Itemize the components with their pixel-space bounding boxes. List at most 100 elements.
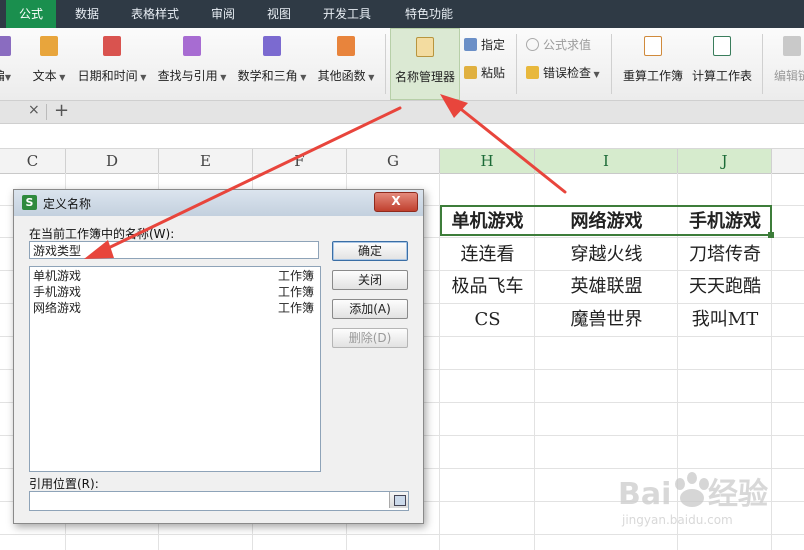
clock-book-icon	[103, 36, 121, 56]
column-header-d[interactable]: D	[66, 149, 159, 173]
document-tab-strip: × +	[0, 100, 804, 124]
formula-eval-label: 公式求值	[543, 38, 592, 52]
theta-book-icon	[263, 36, 281, 56]
column-header-f[interactable]: F	[253, 149, 347, 173]
link-icon	[783, 36, 801, 56]
tab-view[interactable]: 视图	[256, 0, 302, 28]
table-cell[interactable]: 我叫MT	[678, 304, 772, 336]
text-label: 文本	[32, 69, 57, 83]
more-book-icon	[337, 36, 355, 56]
list-item[interactable]: 网络游戏 工作簿	[30, 300, 318, 316]
name-manager-button[interactable]: 名称管理器	[390, 28, 460, 100]
recalc-workbook-button[interactable]: 重算工作簿	[618, 28, 688, 100]
paste-label: 粘贴	[481, 66, 506, 80]
svg-text:jingyan.baidu.com: jingyan.baidu.com	[621, 513, 733, 527]
table-cell[interactable]: 极品飞车	[440, 271, 535, 303]
recalc-workbook-label: 重算工作簿	[622, 69, 683, 83]
table-cell[interactable]: CS	[440, 304, 535, 336]
column-header-i[interactable]: I	[535, 149, 678, 173]
edit-function-button[interactable]: 编▼	[0, 28, 18, 100]
calc-sheet-label: 计算工作表	[691, 69, 752, 83]
error-check-label: 错误检查	[543, 66, 592, 80]
list-item[interactable]: 单机游戏 工作簿	[30, 268, 318, 284]
names-label: 在当前工作簿中的名称(W):	[29, 227, 175, 241]
lookup-label: 查找与引用	[157, 69, 218, 83]
tab-divider	[46, 104, 47, 120]
calc-sheet-button[interactable]: 计算工作表	[688, 28, 756, 100]
table-cell[interactable]: 英雄联盟	[535, 271, 678, 303]
close-tab-icon[interactable]: ×	[28, 102, 40, 118]
table-icon	[464, 38, 477, 51]
names-list[interactable]: 单机游戏 工作簿 手机游戏 工作簿 网络游戏 工作簿	[29, 266, 321, 472]
edit-links-label: 编辑链	[773, 69, 804, 83]
other-functions-button[interactable]: 其他函数 ▼	[314, 28, 378, 100]
lookup-functions-button[interactable]: 查找与引用 ▼	[154, 28, 230, 100]
reference-input[interactable]	[29, 491, 409, 511]
dialog-title-bar[interactable]: S 定义名称	[14, 190, 423, 216]
column-headers: C D E F G H I J	[0, 149, 804, 174]
text-functions-button[interactable]: 文本 ▼	[26, 28, 72, 100]
paste-button[interactable]: 粘贴	[464, 63, 505, 83]
name-manager-label: 名称管理器	[394, 70, 455, 84]
list-item-name: 网络游戏	[33, 301, 82, 315]
tab-review[interactable]: 审阅	[200, 0, 246, 28]
column-header-c[interactable]: C	[0, 149, 66, 173]
define-name-dialog: S 定义名称 X 在当前工作簿中的名称(W): 游戏类型 单机游戏 工作簿 手机…	[13, 189, 424, 524]
selection-range	[440, 205, 772, 236]
delete-button[interactable]: 删除(D)	[332, 328, 408, 348]
reference-label: 引用位置(R):	[29, 477, 99, 491]
column-header-e[interactable]: E	[159, 149, 253, 173]
table-cell[interactable]: 天天跑酷	[678, 271, 772, 303]
datetime-functions-button[interactable]: 日期和时间 ▼	[74, 28, 150, 100]
baidu-jingyan-watermark-logo: Bai 经验 jingyan.baidu.com	[618, 472, 768, 527]
ok-button[interactable]: 确定	[332, 241, 408, 261]
list-item[interactable]: 手机游戏 工作簿	[30, 284, 318, 300]
edit-links-button[interactable]: 编辑链	[768, 28, 804, 100]
math-functions-button[interactable]: 数学和三角 ▼	[234, 28, 310, 100]
close-button[interactable]: 关闭	[332, 270, 408, 290]
ribbon: 编▼ 文本 ▼ 日期和时间 ▼ 查找与引用 ▼ 数学和三角 ▼ 其他函数 ▼ 名…	[0, 28, 804, 101]
list-item-name: 单机游戏	[33, 269, 82, 283]
column-header-g[interactable]: G	[347, 149, 440, 173]
svg-text:Bai: Bai	[618, 477, 671, 512]
table-cell[interactable]: 刀塔传奇	[678, 239, 772, 271]
dialog-title: 定义名称	[43, 197, 92, 211]
svg-text:经验: 经验	[708, 477, 768, 512]
datetime-label: 日期和时间	[77, 69, 138, 83]
ribbon-divider	[516, 34, 517, 94]
table-cell[interactable]: 连连看	[440, 239, 535, 271]
tab-developer[interactable]: 开发工具	[312, 0, 382, 28]
table-cell[interactable]: 穿越火线	[535, 239, 678, 271]
clipboard-icon	[464, 66, 477, 79]
column-header-h[interactable]: H	[440, 149, 535, 173]
table-cell[interactable]: 魔兽世界	[535, 304, 678, 336]
list-item-name: 手机游戏	[33, 285, 82, 299]
tab-data[interactable]: 数据	[64, 0, 110, 28]
dialog-close-button[interactable]: X	[374, 192, 418, 212]
collapse-dialog-button[interactable]	[389, 492, 408, 508]
ribbon-divider	[611, 34, 612, 94]
name-input[interactable]: 游戏类型	[29, 241, 319, 259]
tab-formulas[interactable]: 公式	[6, 0, 56, 28]
add-button[interactable]: 添加(A)	[332, 299, 408, 319]
text-book-icon	[40, 36, 58, 56]
app-icon: S	[22, 195, 37, 210]
ribbon-divider	[385, 34, 386, 94]
tab-special[interactable]: 特色功能	[394, 0, 464, 28]
ribbon-divider	[762, 34, 763, 94]
formula-eval-button[interactable]: 公式求值	[526, 35, 591, 55]
column-header-j[interactable]: J	[678, 149, 772, 173]
specify-button[interactable]: 指定	[464, 35, 505, 55]
name-manager-icon	[416, 37, 434, 57]
function-icon	[0, 36, 11, 56]
fill-handle[interactable]	[768, 232, 774, 238]
formula-bar[interactable]	[0, 124, 804, 149]
error-check-button[interactable]: 错误检查 ▼	[526, 63, 600, 83]
list-item-scope: 工作簿	[277, 269, 314, 283]
warning-icon	[526, 66, 539, 79]
tab-table-style[interactable]: 表格样式	[122, 0, 188, 28]
list-item-scope: 工作簿	[277, 285, 314, 299]
specify-label: 指定	[481, 38, 506, 52]
new-tab-icon[interactable]: +	[54, 100, 69, 121]
range-select-icon	[394, 495, 406, 506]
